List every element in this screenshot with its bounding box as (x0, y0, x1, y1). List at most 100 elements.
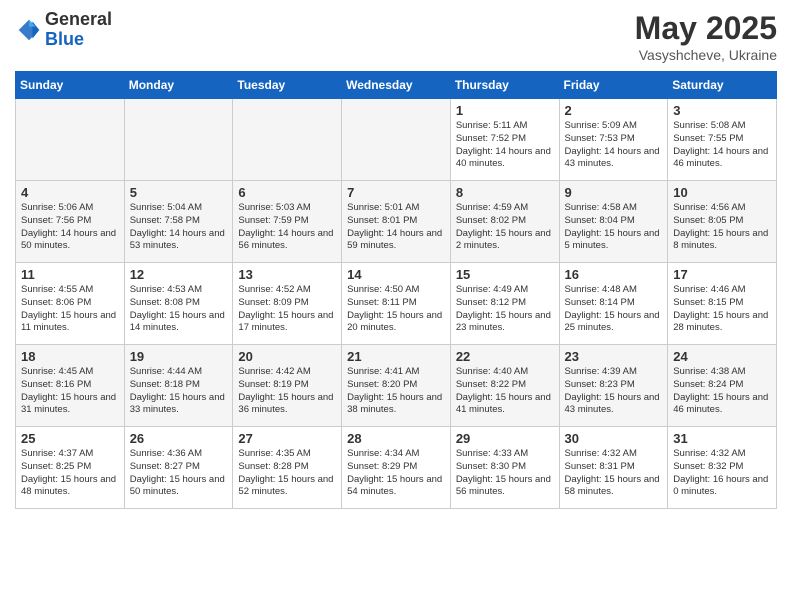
day-number: 27 (238, 431, 336, 446)
calendar-day-cell (233, 99, 342, 181)
day-number: 8 (456, 185, 554, 200)
day-number: 14 (347, 267, 445, 282)
logo-blue-text: Blue (45, 29, 84, 49)
day-info: Sunrise: 4:38 AMSunset: 8:24 PMDaylight:… (673, 366, 771, 417)
day-info: Sunrise: 4:56 AMSunset: 8:05 PMDaylight:… (673, 202, 771, 253)
calendar-subtitle: Vasyshcheve, Ukraine (635, 47, 777, 63)
day-info: Sunrise: 5:11 AMSunset: 7:52 PMDaylight:… (456, 120, 554, 171)
day-info: Sunrise: 4:33 AMSunset: 8:30 PMDaylight:… (456, 448, 554, 499)
day-info: Sunrise: 4:32 AMSunset: 8:32 PMDaylight:… (673, 448, 771, 499)
calendar-day-cell (16, 99, 125, 181)
calendar-day-cell: 22Sunrise: 4:40 AMSunset: 8:22 PMDayligh… (450, 345, 559, 427)
day-number: 26 (130, 431, 228, 446)
calendar-title: May 2025 (635, 10, 777, 47)
calendar-day-cell: 17Sunrise: 4:46 AMSunset: 8:15 PMDayligh… (668, 263, 777, 345)
day-info: Sunrise: 4:50 AMSunset: 8:11 PMDaylight:… (347, 284, 445, 335)
day-number: 13 (238, 267, 336, 282)
day-number: 17 (673, 267, 771, 282)
day-number: 10 (673, 185, 771, 200)
day-info: Sunrise: 4:44 AMSunset: 8:18 PMDaylight:… (130, 366, 228, 417)
calendar-day-cell: 15 Sunrise: 4:49 AMSunset: 8:12 PMDayligh… (450, 263, 559, 345)
day-number: 30 (565, 431, 663, 446)
calendar-week-row: 1 Sunrise: 5:11 AMSunset: 7:52 PMDaylight… (16, 99, 777, 181)
calendar-week-row: 25 Sunrise: 4:37 AMSunset: 8:25 PMDayligh… (16, 427, 777, 509)
day-number: 31 (673, 431, 771, 446)
logo-general-text: General (45, 9, 112, 29)
calendar-day-cell: 16 Sunrise: 4:48 AMSunset: 8:14 PMDayligh… (559, 263, 668, 345)
header-sunday: Sunday (16, 72, 125, 99)
day-number: 24 (673, 349, 771, 364)
day-info: Sunrise: 5:03 AMSunset: 7:59 PMDaylight:… (238, 202, 336, 253)
header-thursday: Thursday (450, 72, 559, 99)
calendar-day-cell: 10 Sunrise: 4:56 AMSunset: 8:05 PMDayligh… (668, 181, 777, 263)
day-number: 11 (21, 267, 119, 282)
day-number: 3 (673, 103, 771, 118)
day-info: Sunrise: 4:48 AMSunset: 8:14 PMDaylight:… (565, 284, 663, 335)
calendar-day-cell: 31 Sunrise: 4:32 AMSunset: 8:32 PMDayligh… (668, 427, 777, 509)
calendar-day-cell: 30 Sunrise: 4:32 AMSunset: 8:31 PMDayligh… (559, 427, 668, 509)
calendar-day-cell (342, 99, 451, 181)
day-number: 7 (347, 185, 445, 200)
calendar-day-cell: 6 Sunrise: 5:03 AMSunset: 7:59 PMDaylight… (233, 181, 342, 263)
day-info: Sunrise: 4:55 AMSunset: 8:06 PMDaylight:… (21, 284, 119, 335)
calendar-day-cell: 18 Sunrise: 4:45 AMSunset: 8:16 PMDayligh… (16, 345, 125, 427)
calendar-day-cell: 19 Sunrise: 4:44 AMSunset: 8:18 PMDayligh… (124, 345, 233, 427)
calendar-day-cell: 3 Sunrise: 5:08 AMSunset: 7:55 PMDaylight… (668, 99, 777, 181)
day-info: Sunrise: 5:01 AMSunset: 8:01 PMDaylight:… (347, 202, 445, 253)
calendar-day-cell: 27Sunrise: 4:35 AMSunset: 8:28 PMDayligh… (233, 427, 342, 509)
day-info: Sunrise: 4:49 AMSunset: 8:12 PMDaylight:… (456, 284, 554, 335)
calendar-day-cell: 24 Sunrise: 4:38 AMSunset: 8:24 PMDayligh… (668, 345, 777, 427)
calendar-day-cell: 8 Sunrise: 4:59 AMSunset: 8:02 PMDaylight… (450, 181, 559, 263)
header-tuesday: Tuesday (233, 72, 342, 99)
header-saturday: Saturday (668, 72, 777, 99)
day-number: 5 (130, 185, 228, 200)
day-number: 25 (21, 431, 119, 446)
calendar-day-cell: 29 Sunrise: 4:33 AMSunset: 8:30 PMDayligh… (450, 427, 559, 509)
day-number: 19 (130, 349, 228, 364)
day-number: 16 (565, 267, 663, 282)
day-info: Sunrise: 5:09 AMSunset: 7:53 PMDaylight:… (565, 120, 663, 171)
header: General Blue May 2025 Vasyshcheve, Ukrai… (15, 10, 777, 63)
day-number: 9 (565, 185, 663, 200)
calendar-week-row: 11 Sunrise: 4:55 AMSunset: 8:06 PMDayligh… (16, 263, 777, 345)
day-number: 4 (21, 185, 119, 200)
calendar-day-cell: 25 Sunrise: 4:37 AMSunset: 8:25 PMDayligh… (16, 427, 125, 509)
day-info: Sunrise: 5:06 AMSunset: 7:56 PMDaylight:… (21, 202, 119, 253)
day-number: 12 (130, 267, 228, 282)
day-info: Sunrise: 4:36 AMSunset: 8:27 PMDaylight:… (130, 448, 228, 499)
day-info: Sunrise: 4:59 AMSunset: 8:02 PMDaylight:… (456, 202, 554, 253)
calendar-day-cell: 28Sunrise: 4:34 AMSunset: 8:29 PMDayligh… (342, 427, 451, 509)
day-info: Sunrise: 4:39 AMSunset: 8:23 PMDaylight:… (565, 366, 663, 417)
calendar-day-cell: 13 Sunrise: 4:52 AMSunset: 8:09 PMDayligh… (233, 263, 342, 345)
day-number: 6 (238, 185, 336, 200)
day-number: 20 (238, 349, 336, 364)
calendar-day-cell: 12 Sunrise: 4:53 AMSunset: 8:08 PMDayligh… (124, 263, 233, 345)
calendar-day-cell (124, 99, 233, 181)
calendar-day-cell: 7 Sunrise: 5:01 AMSunset: 8:01 PMDaylight… (342, 181, 451, 263)
day-info: Sunrise: 4:37 AMSunset: 8:25 PMDaylight:… (21, 448, 119, 499)
header-friday: Friday (559, 72, 668, 99)
day-info: Sunrise: 4:40 AMSunset: 8:22 PMDaylight:… (456, 366, 554, 417)
calendar-table: Sunday Monday Tuesday Wednesday Thursday… (15, 71, 777, 509)
calendar-day-cell: 2 Sunrise: 5:09 AMSunset: 7:53 PMDaylight… (559, 99, 668, 181)
day-number: 1 (456, 103, 554, 118)
day-number: 2 (565, 103, 663, 118)
day-info: Sunrise: 4:53 AMSunset: 8:08 PMDaylight:… (130, 284, 228, 335)
day-number: 18 (21, 349, 119, 364)
day-info: Sunrise: 4:32 AMSunset: 8:31 PMDaylight:… (565, 448, 663, 499)
day-info: Sunrise: 4:45 AMSunset: 8:16 PMDaylight:… (21, 366, 119, 417)
weekday-header-row: Sunday Monday Tuesday Wednesday Thursday… (16, 72, 777, 99)
title-block: May 2025 Vasyshcheve, Ukraine (635, 10, 777, 63)
calendar-day-cell: 14 Sunrise: 4:50 AMSunset: 8:11 PMDayligh… (342, 263, 451, 345)
logo: General Blue (15, 10, 112, 50)
day-number: 15 (456, 267, 554, 282)
calendar-week-row: 4 Sunrise: 5:06 AMSunset: 7:56 PMDaylight… (16, 181, 777, 263)
calendar-day-cell: 23Sunrise: 4:39 AMSunset: 8:23 PMDayligh… (559, 345, 668, 427)
day-number: 29 (456, 431, 554, 446)
calendar-day-cell: 5Sunrise: 5:04 AMSunset: 7:58 PMDaylight… (124, 181, 233, 263)
calendar-week-row: 18 Sunrise: 4:45 AMSunset: 8:16 PMDayligh… (16, 345, 777, 427)
day-info: Sunrise: 4:58 AMSunset: 8:04 PMDaylight:… (565, 202, 663, 253)
day-info: Sunrise: 5:08 AMSunset: 7:55 PMDaylight:… (673, 120, 771, 171)
day-info: Sunrise: 4:52 AMSunset: 8:09 PMDaylight:… (238, 284, 336, 335)
page: General Blue May 2025 Vasyshcheve, Ukrai… (0, 0, 792, 612)
